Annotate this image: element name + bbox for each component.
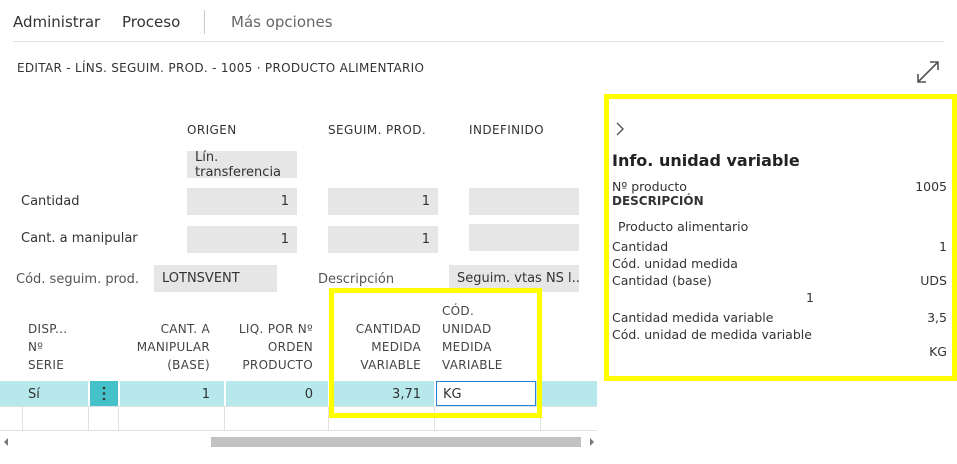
grid-vline <box>88 406 89 430</box>
factbox-cod-unidad-label: Cód. unidad medida <box>612 256 738 271</box>
cell-liq-orden[interactable]: 0 <box>225 387 313 402</box>
factbox-nproducto-value[interactable]: 1005 <box>915 179 947 194</box>
factbox-title: Info. unidad variable <box>612 151 800 170</box>
grid-header-liq-line3: PRODUCTO <box>242 358 313 372</box>
cantidad-origen-field: 1 <box>187 188 297 215</box>
cod-seguim-label: Cód. seguim. prod. <box>16 272 139 287</box>
grid-header-cant-line1: CANT. A <box>160 322 210 336</box>
factbox-nproducto-label: Nº producto <box>612 179 687 194</box>
factbox-cod-umv-label: Cód. unidad de medida variable <box>612 327 812 342</box>
row-divider <box>0 430 597 431</box>
cant-manipular-seguim-field: 1 <box>328 226 438 253</box>
menu-proceso[interactable]: Proceso <box>122 13 180 31</box>
cant-manipular-label: Cant. a manipular <box>21 231 138 246</box>
cantidad-label: Cantidad <box>21 194 80 209</box>
factbox-cantidad-base-value: 1 <box>806 290 814 305</box>
grid-header-disp-line1: DISP... <box>28 322 68 336</box>
factbox-cantidad-base-label: Cantidad (base) <box>612 273 712 288</box>
factbox-cod-umv-value: KG <box>929 344 947 359</box>
chevron-right-icon[interactable] <box>614 121 626 137</box>
menu-divider <box>13 41 944 42</box>
menu-administrar[interactable]: Administrar <box>13 13 100 31</box>
cant-manipular-indefinido-field <box>469 224 579 251</box>
col-header-origen: ORIGEN <box>187 123 237 137</box>
factbox-cantidad-value: 1 <box>939 239 947 254</box>
grid-header-cant-manipular[interactable]: CANT. A MANIPULAR (BASE) <box>120 320 210 374</box>
factbox-descripcion-label: DESCRIPCIÓN <box>612 194 704 208</box>
col-header-indefinido: INDEFINIDO <box>469 123 544 137</box>
page-title: EDITAR - LÍNS. SEGUIM. PROD. - 1005 · PR… <box>17 61 425 75</box>
factbox-cantidad-label: Cantidad <box>612 239 669 254</box>
grid-header-liq-line2: ORDEN <box>267 340 313 354</box>
grid-header-disp[interactable]: DISP... Nº SERIE <box>28 320 67 374</box>
row-actions-button[interactable] <box>90 381 118 406</box>
grid-header-disp-line2: Nº <box>28 340 44 354</box>
scroll-thumb[interactable] <box>211 437 581 447</box>
grid-vline <box>224 406 225 430</box>
descripcion-label: Descripción <box>318 272 395 287</box>
expand-icon[interactable] <box>914 58 942 86</box>
factbox-cmv-label: Cantidad medida variable <box>612 310 774 325</box>
scroll-left-icon[interactable] <box>2 437 10 447</box>
cant-manipular-origen-field: 1 <box>187 226 297 253</box>
menu-separator <box>204 10 205 34</box>
highlight-box-grid <box>329 288 542 418</box>
menu-mas-opciones[interactable]: Más opciones <box>231 13 333 31</box>
more-vertical-icon <box>102 386 106 401</box>
cod-seguim-field: LOTNSVENT <box>154 265 277 292</box>
grid-header-liq-orden[interactable]: LIQ. POR Nº ORDEN PRODUCTO <box>225 320 313 374</box>
cantidad-seguim-field: 1 <box>328 188 438 215</box>
col-header-seguim: SEGUIM. PROD. <box>328 123 427 137</box>
grid-header-liq-line1: LIQ. POR Nº <box>238 322 313 336</box>
cell-cant-manipular[interactable]: 1 <box>120 387 210 402</box>
cell-disp[interactable]: Sí <box>28 387 40 402</box>
factbox-descripcion-value: Producto alimentario <box>618 219 749 234</box>
factbox-cantidad-base-unit: UDS <box>920 273 947 288</box>
grid-vline <box>118 406 119 430</box>
cantidad-indefinido-field <box>469 188 579 215</box>
grid-header-disp-line3: SERIE <box>28 358 65 372</box>
grid-header-cant-line3: (BASE) <box>167 358 210 372</box>
grid-header-cant-line2: MANIPULAR <box>136 340 210 354</box>
factbox-cmv-value: 3,5 <box>927 310 947 325</box>
grid-vline <box>22 406 23 430</box>
scroll-right-icon[interactable] <box>588 437 596 447</box>
origen-field: Lín. transferencia <box>187 150 297 180</box>
